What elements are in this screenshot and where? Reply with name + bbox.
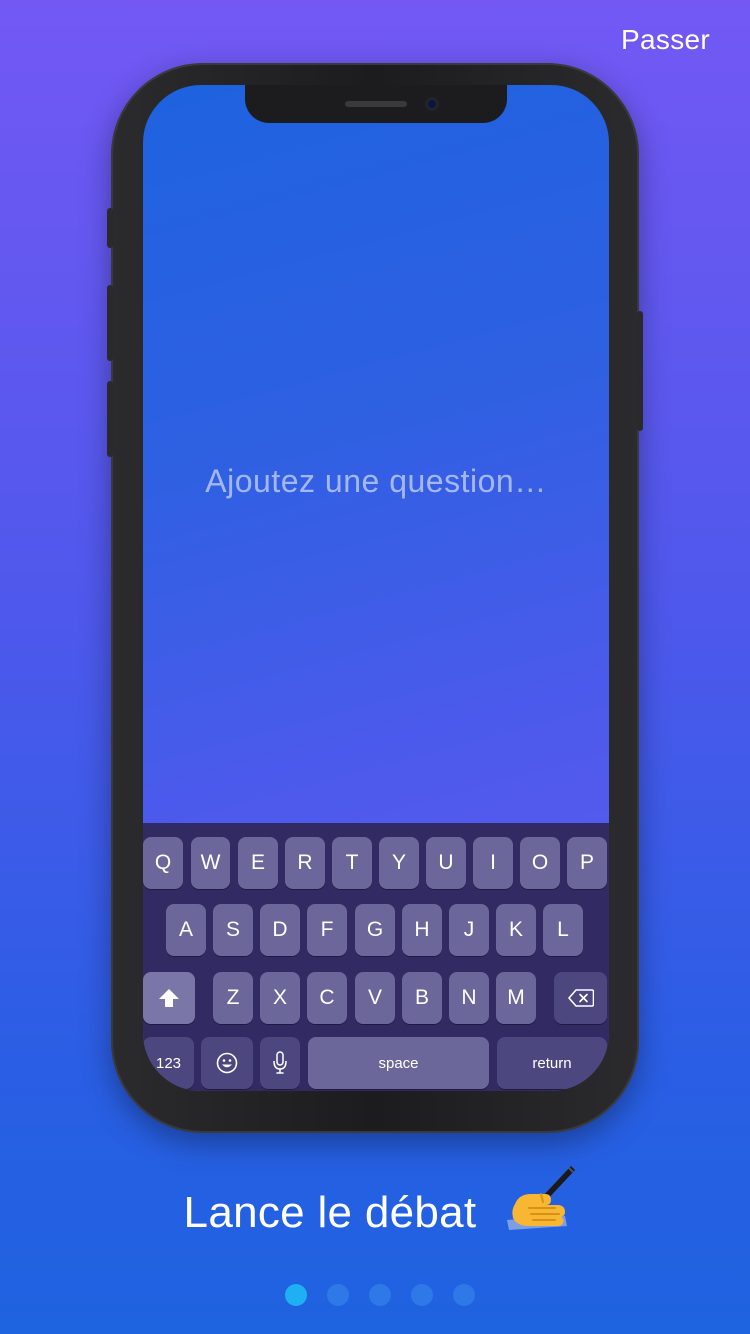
page-dot-1[interactable]: [285, 1284, 307, 1306]
page-dot-5[interactable]: [453, 1284, 475, 1306]
page-dot-4[interactable]: [411, 1284, 433, 1306]
mute-switch: [107, 208, 113, 248]
power-button: [637, 311, 643, 431]
onboarding-title: Lance le débat: [0, 1188, 750, 1238]
page-indicator: [285, 1284, 485, 1308]
dictation-key[interactable]: [260, 1037, 300, 1089]
key-i[interactable]: I: [473, 837, 513, 889]
front-camera: [425, 97, 439, 111]
speaker-grille: [345, 101, 407, 107]
backspace-icon: [567, 989, 594, 1007]
numbers-key[interactable]: 123: [143, 1037, 194, 1089]
key-a[interactable]: A: [166, 904, 206, 956]
key-t[interactable]: T: [332, 837, 372, 889]
writing-hand-icon: [507, 1166, 575, 1230]
key-z[interactable]: Z: [213, 972, 253, 1024]
question-input[interactable]: Ajoutez une question…: [143, 463, 609, 500]
key-w[interactable]: W: [191, 837, 230, 889]
emoji-key[interactable]: [201, 1037, 253, 1089]
page-dot-2[interactable]: [327, 1284, 349, 1306]
key-h[interactable]: H: [402, 904, 442, 956]
key-e[interactable]: E: [238, 837, 278, 889]
key-v[interactable]: V: [355, 972, 395, 1024]
volume-up-button: [107, 285, 113, 361]
volume-down-button: [107, 381, 113, 457]
key-g[interactable]: G: [355, 904, 395, 956]
page-dot-3[interactable]: [369, 1284, 391, 1306]
key-f[interactable]: F: [307, 904, 347, 956]
phone-mockup: Ajoutez une question… Q W E R T Y U I O …: [107, 63, 643, 1133]
emoji-icon: [216, 1052, 238, 1074]
shift-icon: [159, 989, 179, 1007]
skip-button[interactable]: Passer: [621, 24, 710, 56]
key-o[interactable]: O: [520, 837, 560, 889]
key-q[interactable]: Q: [143, 837, 183, 889]
phone-screen: Ajoutez une question… Q W E R T Y U I O …: [143, 85, 609, 1091]
key-x[interactable]: X: [260, 972, 300, 1024]
key-y[interactable]: Y: [379, 837, 419, 889]
key-p[interactable]: P: [567, 837, 607, 889]
key-k[interactable]: K: [496, 904, 536, 956]
key-d[interactable]: D: [260, 904, 300, 956]
key-m[interactable]: M: [496, 972, 536, 1024]
key-u[interactable]: U: [426, 837, 466, 889]
space-key[interactable]: space: [308, 1037, 489, 1089]
phone-notch: [245, 85, 507, 123]
key-s[interactable]: S: [213, 904, 253, 956]
return-key[interactable]: return: [497, 1037, 607, 1089]
shift-key[interactable]: [143, 972, 195, 1024]
key-n[interactable]: N: [449, 972, 489, 1024]
backspace-key[interactable]: [554, 972, 607, 1024]
key-b[interactable]: B: [402, 972, 442, 1024]
microphone-icon: [273, 1051, 287, 1074]
key-c[interactable]: C: [307, 972, 347, 1024]
key-r[interactable]: R: [285, 837, 325, 889]
key-l[interactable]: L: [543, 904, 583, 956]
onboarding-title-text: Lance le débat: [183, 1188, 477, 1237]
key-j[interactable]: J: [449, 904, 489, 956]
keyboard: Q W E R T Y U I O P A S D F G H J K L Z …: [143, 823, 609, 1091]
